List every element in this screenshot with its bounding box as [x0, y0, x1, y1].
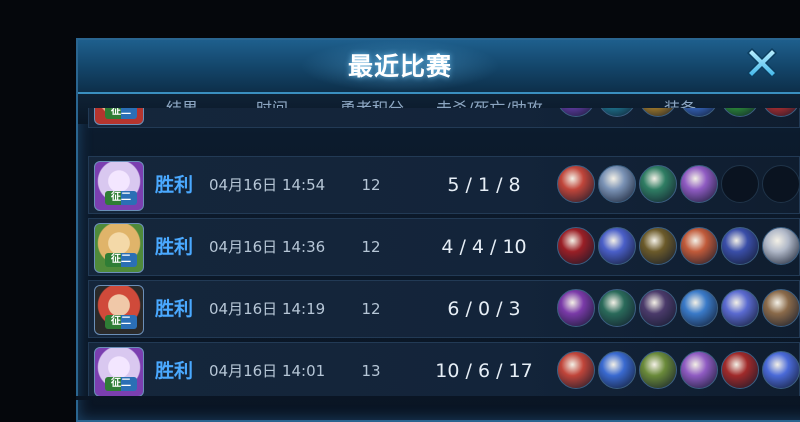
rank-badge: 征二	[105, 108, 137, 119]
equipment-item-icon[interactable]	[639, 227, 677, 265]
equipment-item-icon[interactable]	[680, 108, 718, 117]
brave-score: 12	[361, 238, 381, 256]
empty-item-slot[interactable]	[762, 165, 800, 203]
brave-score: 12	[351, 108, 391, 110]
equipment-item-icon[interactable]	[680, 165, 718, 203]
equipment-item-icon[interactable]	[639, 165, 677, 203]
equipment-item-icon[interactable]	[721, 351, 759, 389]
match-time: 04月16日 14:54	[209, 176, 326, 194]
equipment-item-icon[interactable]	[598, 165, 636, 203]
equipment-item-icon[interactable]	[598, 351, 636, 389]
match-time: 04月16日 14:01	[209, 362, 326, 380]
match-list[interactable]: 征二04月16日 15:??125 / 2 / 4征二胜利04月16日 14:5…	[88, 108, 800, 400]
equipment-item-icon[interactable]	[598, 289, 636, 327]
equipment-item-icon[interactable]	[557, 227, 595, 265]
rank-badge: 征二	[105, 191, 137, 205]
match-row[interactable]: 征二 胜利 04月16日 14:01 13 10 / 6 / 17	[88, 342, 800, 400]
brave-score: 12	[361, 176, 381, 194]
rank-badge: 征二	[105, 253, 137, 267]
rank-badge: 征二	[105, 315, 137, 329]
match-row[interactable]: 征二 胜利 04月16日 14:36 12 4 / 4 / 10	[88, 218, 800, 276]
kda-value: 10 / 6 / 17	[435, 360, 533, 382]
brave-score: 13	[361, 362, 381, 380]
equipment-item-icon[interactable]	[762, 351, 800, 389]
brave-score: 12	[361, 300, 381, 318]
equipment-item-icon[interactable]	[598, 227, 636, 265]
equipment-item-icon[interactable]	[680, 351, 718, 389]
match-result: 胜利	[155, 360, 194, 382]
match-time: 04月16日 14:19	[209, 300, 326, 318]
equipment-item-icon[interactable]	[639, 108, 677, 117]
match-result: 胜利	[155, 298, 194, 320]
kda-value: 4 / 4 / 10	[441, 236, 527, 258]
empty-item-slot[interactable]	[721, 165, 759, 203]
match-row[interactable]: 征二 04月16日 15:?? 12 5 / 2 / 4	[88, 108, 800, 128]
rank-badge: 征二	[105, 377, 137, 391]
close-button[interactable]	[738, 40, 786, 86]
close-icon	[746, 47, 778, 79]
match-time: 04月16日 15:??	[209, 108, 322, 110]
equipment-item-icon[interactable]	[557, 289, 595, 327]
match-result: 胜利	[155, 174, 194, 196]
equipment-item-icon[interactable]	[680, 227, 718, 265]
match-time: 04月16日 14:36	[209, 238, 326, 256]
kda-value: 5 / 1 / 8	[447, 174, 521, 196]
equipment-item-icon[interactable]	[762, 227, 800, 265]
equipment-item-icon[interactable]	[680, 289, 718, 327]
equipment-item-icon[interactable]	[557, 108, 595, 117]
equipment-item-icon[interactable]	[598, 108, 636, 117]
equipment-item-icon[interactable]	[721, 108, 759, 117]
equipment-item-icon[interactable]	[557, 165, 595, 203]
equipment-item-icon[interactable]	[639, 289, 677, 327]
match-result: 胜利	[155, 236, 194, 258]
page-title: 最近比赛	[347, 52, 452, 81]
kda-value: 6 / 0 / 3	[447, 298, 521, 320]
equipment-item-icon[interactable]	[762, 289, 800, 327]
panel-bottom-edge	[76, 396, 800, 400]
kda-value: 5 / 2 / 4	[419, 108, 549, 112]
equipment-item-icon[interactable]	[762, 108, 800, 117]
equipment-item-icon[interactable]	[721, 289, 759, 327]
match-row[interactable]: 征二 胜利 04月16日 14:19 12 6 / 0 / 3	[88, 280, 800, 338]
equipment-item-icon[interactable]	[721, 227, 759, 265]
equipment-item-icon[interactable]	[639, 351, 677, 389]
match-row[interactable]: 征二 胜利 04月16日 14:54 12 5 / 1 / 8	[88, 156, 800, 214]
equipment-item-icon[interactable]	[557, 351, 595, 389]
